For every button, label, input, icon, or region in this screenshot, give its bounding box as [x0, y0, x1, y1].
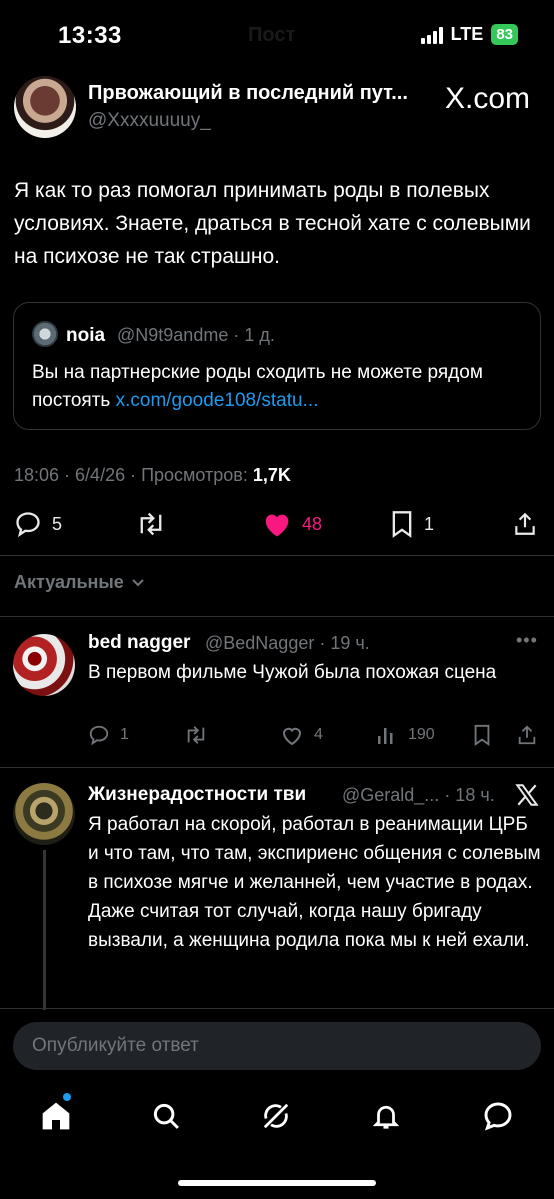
reply-reply-button[interactable]: 1	[88, 724, 129, 746]
author-avatar[interactable]	[14, 76, 76, 138]
divider	[0, 555, 554, 556]
post-views: 1,7K	[252, 465, 291, 485]
sort-label: Актуальные	[14, 572, 124, 592]
home-indicator	[178, 1180, 376, 1186]
composer-placeholder: Опубликуйте ответ	[32, 1035, 199, 1056]
reply-count: 5	[52, 513, 63, 534]
signal-icon	[420, 26, 443, 44]
bookmark-button[interactable]: 1	[390, 510, 434, 538]
reply-like-button[interactable]: 4	[280, 724, 323, 746]
repost-button[interactable]	[136, 510, 166, 538]
reply-bookmark-button[interactable]	[472, 724, 492, 746]
reply-text: В первом фильме Чужой была похожая сцена	[88, 662, 497, 683]
quote-link[interactable]: x.com/goode108/statu...	[116, 390, 319, 411]
status-indicators: LTE 83	[420, 24, 518, 45]
quote-author-name: noia	[66, 325, 106, 346]
tab-grok[interactable]	[256, 1096, 296, 1136]
repost-icon	[187, 726, 205, 744]
post-timestamp: 18:06 · 6/4/26 · Просмотров:	[14, 465, 253, 485]
reply-paragraph: Я работал на скорой, работал в реанимаци…	[88, 814, 541, 893]
post-meta: 18:06 · 6/4/26 · Просмотров: 1,7K	[14, 465, 291, 486]
more-options-icon[interactable]: •••	[516, 630, 538, 651]
repost-icon	[140, 512, 162, 536]
reply-text: Я работал на скорой, работал в реанимаци…	[88, 810, 543, 955]
bookmark-count: 1	[424, 513, 435, 534]
divider	[0, 616, 554, 617]
sort-dropdown[interactable]: Актуальные	[14, 572, 145, 593]
reply-handle-time: @BedNagger · 19 ч.	[205, 633, 370, 653]
post-text: Я как то раз помогал принимать роды в по…	[14, 179, 531, 268]
reply-icon	[16, 512, 40, 538]
like-button[interactable]: 48	[262, 510, 322, 538]
like-count: 48	[302, 513, 323, 534]
reply-view-count: 190	[408, 726, 435, 743]
reply-paragraph: Даже считая тот случай, когда нашу брига…	[88, 901, 530, 951]
reply-share-button[interactable]	[516, 724, 538, 746]
grok-icon	[263, 1103, 289, 1129]
author-handle[interactable]: @Xxxxuuuuy_	[88, 110, 211, 132]
search-icon	[153, 1103, 179, 1129]
reply-repost-button[interactable]	[184, 724, 208, 746]
messages-icon	[484, 1102, 512, 1131]
share-icon	[518, 725, 536, 745]
bookmark-icon	[474, 724, 490, 746]
tab-messages[interactable]	[478, 1096, 518, 1136]
thread-line	[43, 850, 46, 1010]
bell-icon	[372, 1105, 400, 1129]
share-button[interactable]	[512, 510, 538, 538]
reply-like-count: 4	[314, 726, 323, 743]
status-time: 13:33	[58, 22, 122, 49]
share-icon	[515, 512, 535, 535]
heart-icon	[265, 514, 289, 537]
quote-avatar	[32, 321, 58, 347]
quote-text: Вы на партнерские роды сходить не можете…	[32, 359, 522, 415]
home-icon	[42, 1102, 70, 1130]
tab-notifications[interactable]	[366, 1096, 406, 1136]
tab-search[interactable]	[146, 1096, 186, 1136]
author-name[interactable]: Првожающий в последний пут...	[88, 82, 408, 105]
header-title: Пост	[248, 24, 296, 46]
quote-handle-time: @N9t9andme · 1 д.	[117, 325, 275, 345]
reply-author-name[interactable]: bed nagger	[88, 632, 190, 654]
reply-icon	[89, 725, 109, 746]
network-label: LTE	[450, 24, 484, 44]
quoted-post[interactable]: noia @N9t9andme · 1 д. Вы на партнерские…	[13, 302, 541, 430]
reply-author-name[interactable]: Жизнерадостности тви	[88, 784, 306, 806]
reply-views-button[interactable]: 190	[376, 724, 435, 746]
bookmark-icon	[392, 511, 412, 538]
tab-home[interactable]	[36, 1096, 76, 1136]
divider	[0, 767, 554, 768]
divider	[0, 1008, 554, 1009]
xcom-logo: X.com	[444, 82, 530, 115]
chevron-down-icon	[132, 579, 144, 587]
heart-outline-icon	[282, 727, 302, 746]
reply-avatar[interactable]	[13, 634, 75, 696]
battery-icon: 83	[491, 24, 518, 45]
reply-avatar[interactable]	[13, 783, 75, 845]
reply-handle-time: @Gerald_... · 18 ч.	[342, 785, 495, 805]
x-logo-icon	[514, 782, 540, 813]
reply-button[interactable]: 5	[14, 510, 62, 538]
reply-reply-count: 1	[120, 726, 129, 743]
notification-dot	[63, 1093, 71, 1101]
views-icon	[378, 728, 393, 744]
